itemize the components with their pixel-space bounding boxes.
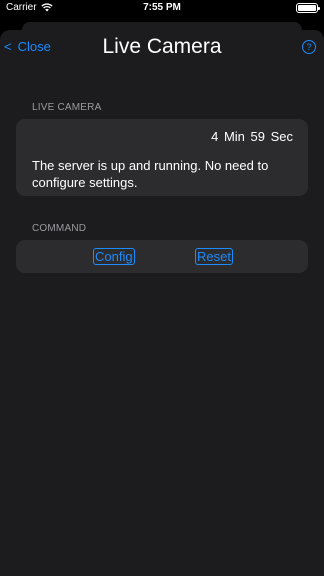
reset-button[interactable]: Reset <box>195 248 233 265</box>
page-title: Live Camera <box>102 35 222 58</box>
live-camera-sheet: < Close Live Camera ? LIVE CAMERA 4 Min … <box>0 30 324 576</box>
status-bar: Carrier 7:55 PM <box>0 0 324 18</box>
live-camera-section-header: LIVE CAMERA <box>32 102 102 113</box>
live-camera-card: 4 Min 59 Sec The server is up and runnin… <box>16 119 308 196</box>
status-message: The server is up and running. No need to… <box>32 158 269 190</box>
help-icon[interactable]: ? <box>302 40 316 54</box>
status-time: 7:55 PM <box>143 2 181 13</box>
battery-icon <box>296 3 320 13</box>
countdown-timer: 4 Min 59 Sec <box>211 129 293 144</box>
command-section-header: COMMAND <box>32 223 87 234</box>
navigation-bar: < Close Live Camera ? <box>0 30 324 66</box>
command-card: Config Reset <box>16 240 308 273</box>
config-button[interactable]: Config <box>93 248 135 265</box>
